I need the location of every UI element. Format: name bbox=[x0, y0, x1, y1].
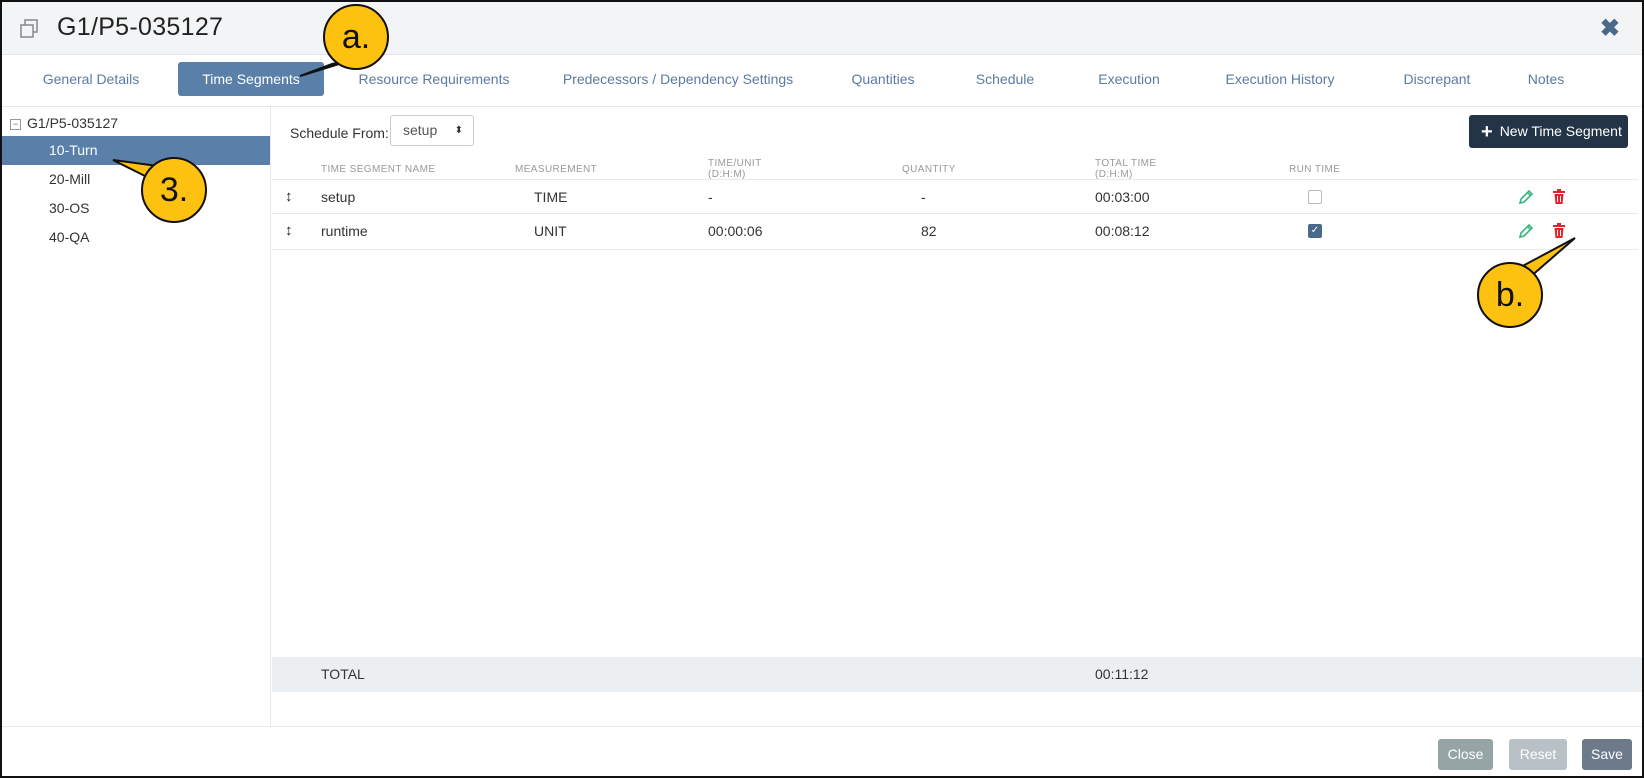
callout-b: b. bbox=[1477, 262, 1543, 328]
callout-3: 3. bbox=[141, 157, 207, 223]
callout-pointers bbox=[112, 59, 1576, 286]
callout-a: a. bbox=[323, 4, 389, 70]
